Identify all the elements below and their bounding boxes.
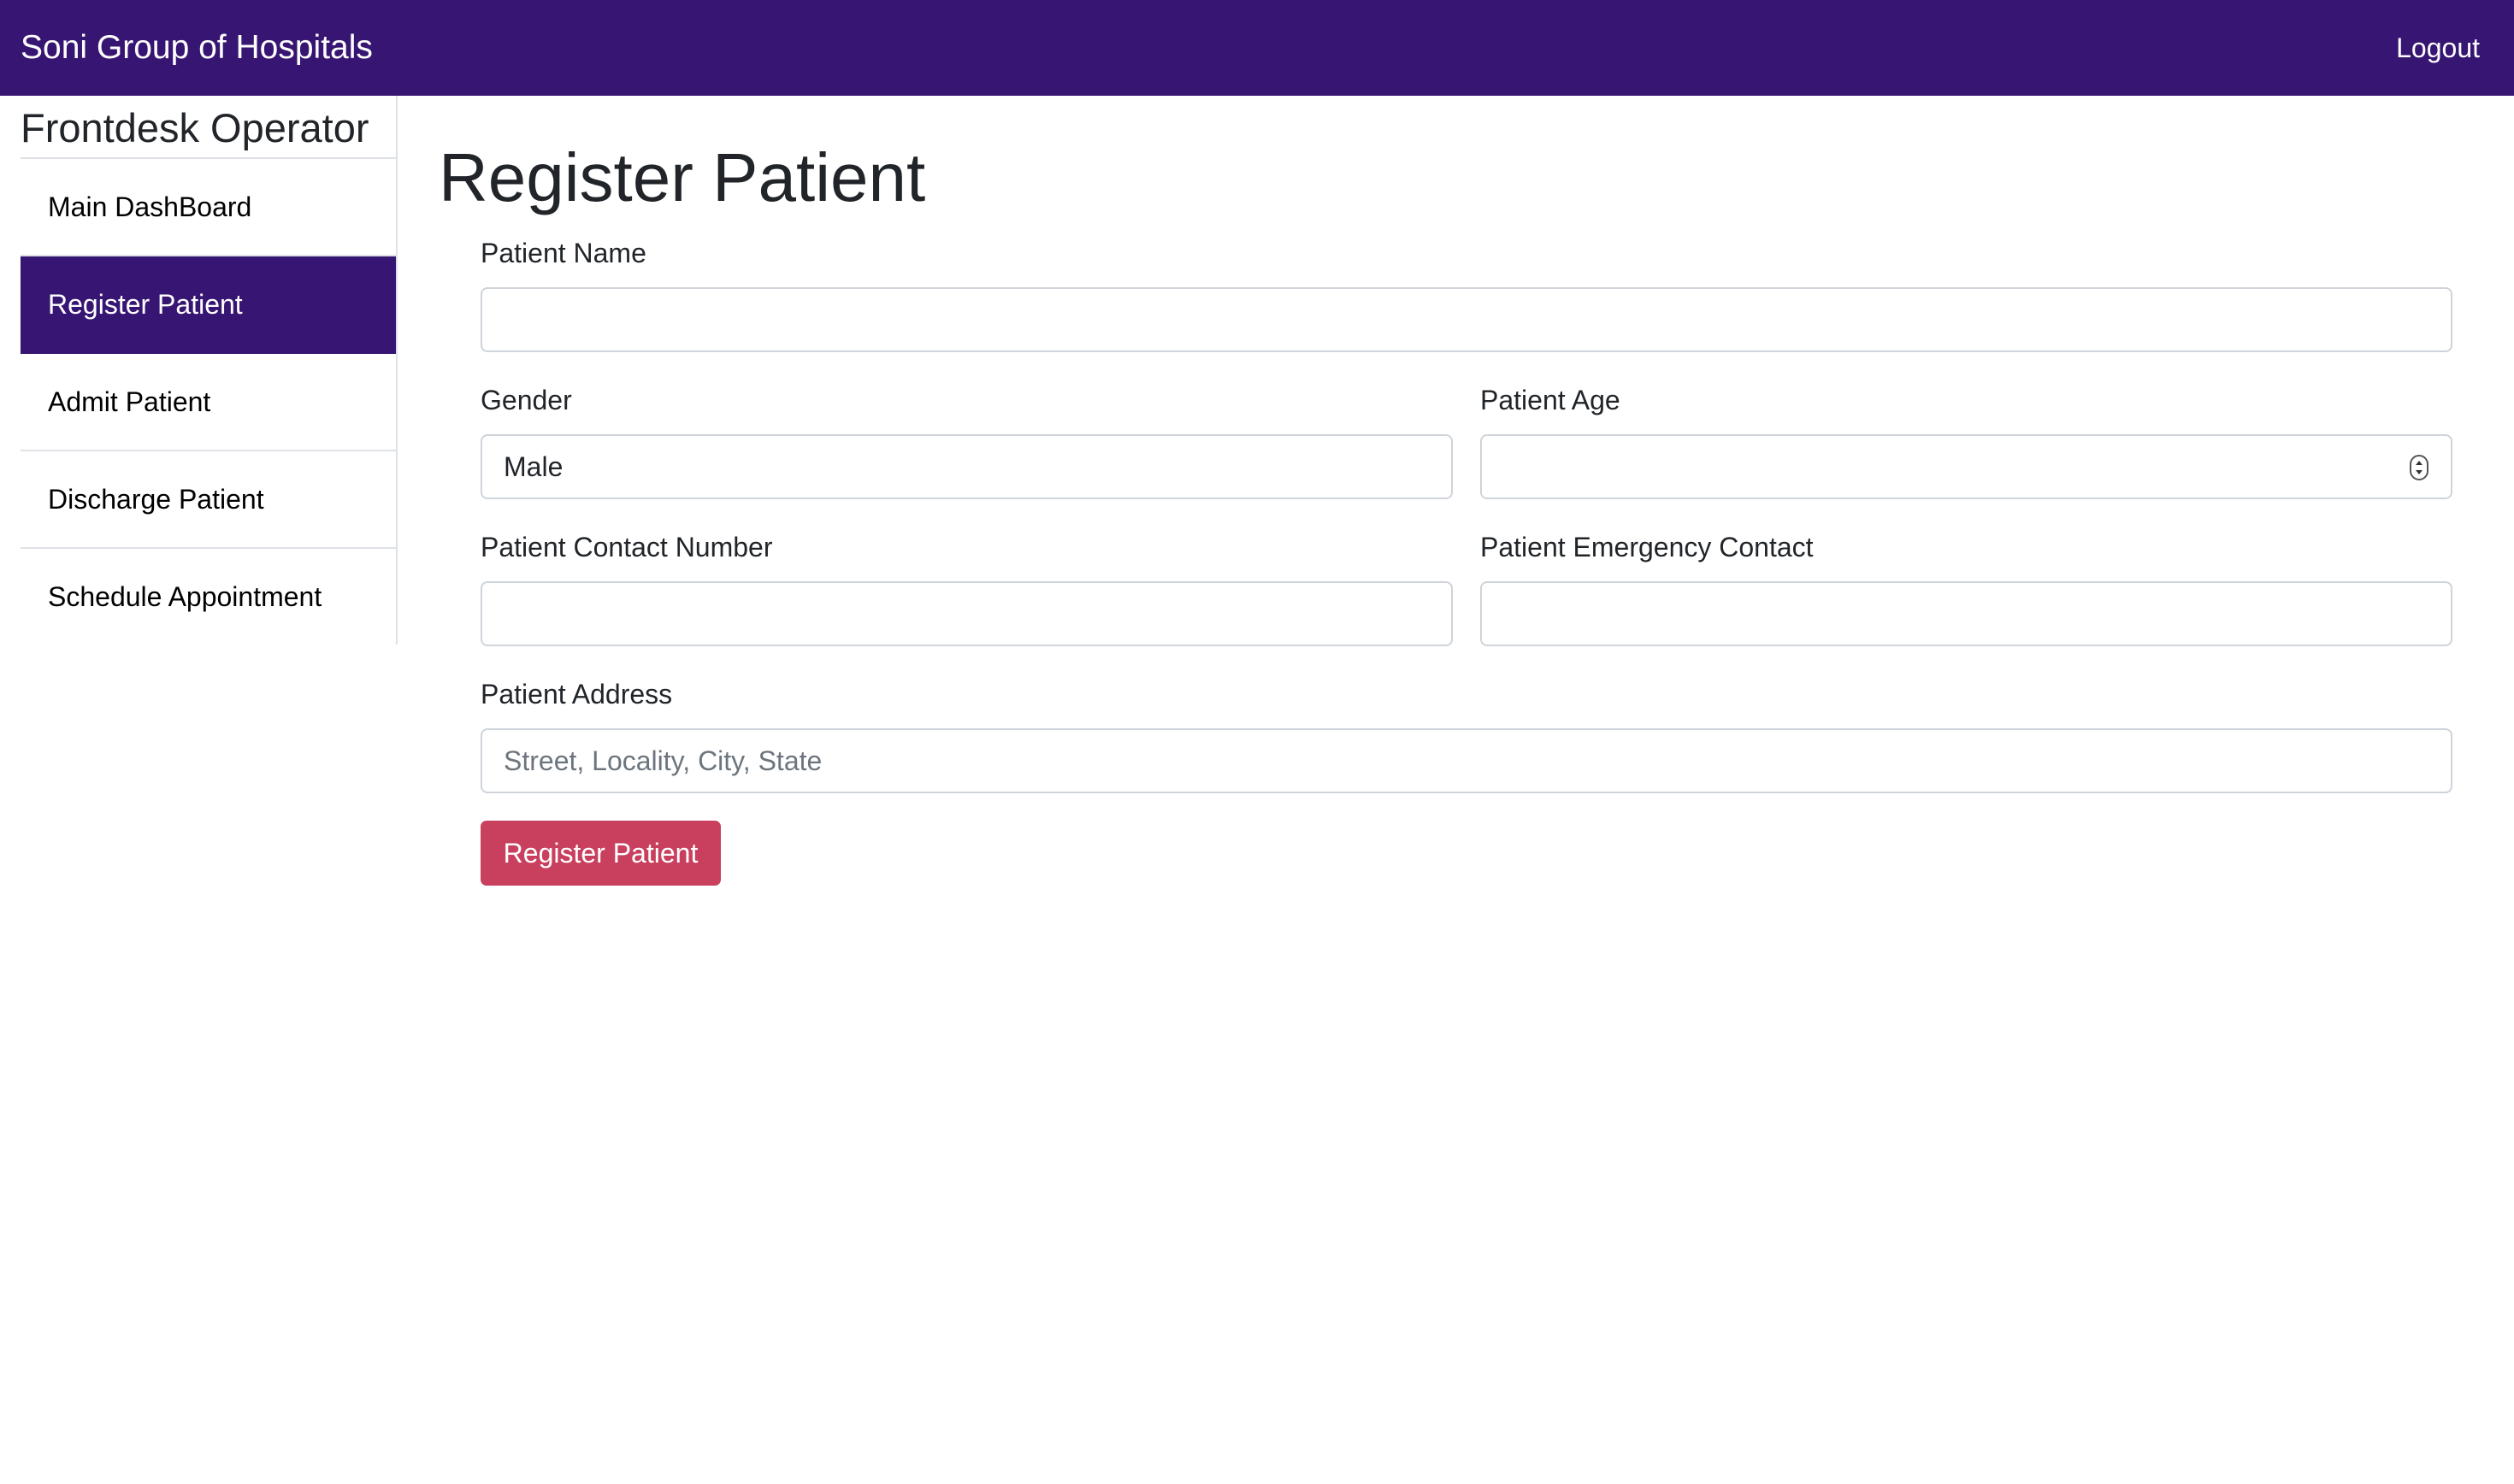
sidebar-item-main-dashboard[interactable]: Main DashBoard [21,159,396,256]
address-label: Patient Address [481,679,673,710]
sidebar-item-schedule-appointment[interactable]: Schedule Appointment [21,549,396,646]
patient-name-label: Patient Name [481,238,646,268]
emergency-contact-input[interactable] [1480,581,2452,646]
emergency-contact-label: Patient Emergency Contact [1480,532,1814,562]
patient-age-input[interactable] [1480,434,2452,499]
sidebar-item-register-patient[interactable]: Register Patient [21,256,396,354]
brand-title[interactable]: Soni Group of Hospitals [21,0,373,96]
gender-select[interactable]: Male [481,434,1453,499]
patient-age-label: Patient Age [1480,385,1620,415]
sidebar-title: Frontdesk Operator [21,105,369,150]
register-patient-button[interactable]: Register Patient [481,821,721,886]
page-title: Register Patient [439,139,926,215]
address-input[interactable]: Street, Locality, City, State [481,728,2452,793]
contact-number-input[interactable] [481,581,1453,646]
sidebar-item-admit-patient[interactable]: Admit Patient [21,354,396,451]
logout-link[interactable]: Logout [2396,0,2480,96]
gender-label: Gender [481,385,572,415]
top-navbar: Soni Group of Hospitals Logout [0,0,2514,96]
sidebar-item-discharge-patient[interactable]: Discharge Patient [21,451,396,549]
patient-name-input[interactable] [481,287,2452,352]
sidebar: Frontdesk Operator Main DashBoard Regist… [21,96,398,645]
sidebar-nav: Main DashBoard Register Patient Admit Pa… [21,157,396,646]
number-spinner-icon[interactable] [2410,455,2428,480]
contact-number-label: Patient Contact Number [481,532,773,562]
